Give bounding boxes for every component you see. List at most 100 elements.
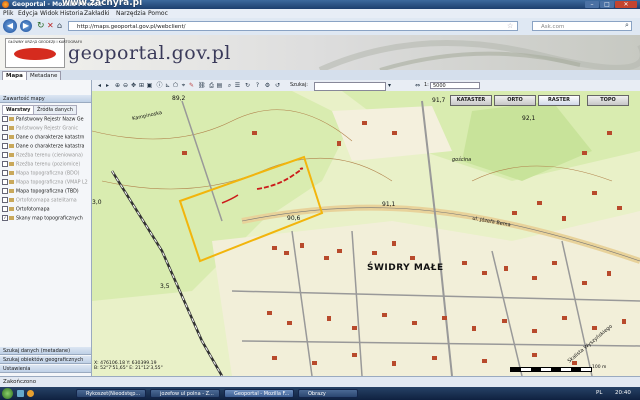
height-label: 90,6 xyxy=(287,215,301,222)
search-icon[interactable]: ⌕ xyxy=(625,21,629,30)
section-settings[interactable]: Ustawienia xyxy=(0,365,91,373)
layer-checkbox[interactable]: ✓ xyxy=(2,215,8,221)
layer-label: Państwowy Rejestr Granic xyxy=(16,126,79,132)
layer-checkbox[interactable] xyxy=(2,188,8,194)
minimize-button[interactable]: – xyxy=(585,1,599,8)
taskbar-item[interactable]: jozefow ul polna - Z... xyxy=(150,389,220,398)
layer-checkbox[interactable] xyxy=(2,152,8,158)
menu-item-bookmarks[interactable]: Zakładki xyxy=(84,10,110,17)
link-icon[interactable]: ⛓ xyxy=(198,82,206,89)
language-indicator[interactable]: PL xyxy=(596,390,602,396)
layer-item[interactable]: Mapa topograficzna (BDO) xyxy=(2,170,89,178)
toggle-topo[interactable]: TOPO xyxy=(587,95,629,106)
maximize-button[interactable]: □ xyxy=(600,1,614,8)
search-input[interactable]: Ask.com xyxy=(532,21,632,31)
draw-icon[interactable]: ✎ xyxy=(188,82,195,89)
firefox-icon xyxy=(2,1,9,8)
menu-item-tools[interactable]: Narzędzia xyxy=(116,10,146,17)
layer-checkbox[interactable] xyxy=(2,134,8,140)
toggle-cadastre[interactable]: KATASTER xyxy=(450,95,492,106)
forward-button[interactable]: ▶ xyxy=(20,20,32,32)
zoom-out-icon[interactable]: ⊖ xyxy=(122,82,129,89)
height-label: 3,0 xyxy=(92,199,102,206)
layer-item[interactable]: Rzeźba terenu (poziomice) xyxy=(2,161,89,169)
layer-checkbox[interactable] xyxy=(2,161,8,167)
layer-item[interactable]: ✓ Skany map topograficznych xyxy=(2,215,89,223)
layer-label: Mapa topograficzna (VMAP L2 xyxy=(16,180,88,186)
menu-item-help[interactable]: Pomoc xyxy=(148,10,168,17)
home-icon[interactable]: ⌂ xyxy=(57,21,62,30)
quicklaunch-icon[interactable] xyxy=(17,390,24,397)
left-panel: Zawartość mapy Warstwy Źródła danych Pań… xyxy=(0,80,92,376)
tab-map[interactable]: Mapa xyxy=(2,71,27,80)
map-contents-header[interactable]: Zawartość mapy xyxy=(0,95,91,103)
layers-icon[interactable]: ☰ xyxy=(234,82,241,89)
map-view[interactable]: KATASTER ORTO RASTER TOPO ŚWIDRY MAŁE 89… xyxy=(92,91,640,376)
taskbar-item[interactable]: Obrazy xyxy=(298,389,358,398)
layer-checkbox[interactable] xyxy=(2,197,8,203)
layer-label: Rzeźba terenu (poziomice) xyxy=(16,162,81,168)
layer-item[interactable]: Dane o charakterze katastrn xyxy=(2,134,89,142)
section-search-metadata[interactable]: Szukaj danych (metadane) xyxy=(0,347,91,355)
layer-checkbox[interactable] xyxy=(2,206,8,212)
dropdown-icon[interactable]: ▾ xyxy=(386,82,393,89)
layer-icon xyxy=(9,126,14,130)
layer-checkbox[interactable] xyxy=(2,179,8,185)
subtab-data-sources[interactable]: Źródła danych xyxy=(33,105,77,115)
zoom-extent-icon[interactable]: ⊞ xyxy=(138,82,145,89)
layer-item[interactable]: Dane o charakterze katastra xyxy=(2,143,89,151)
refresh-map-icon[interactable]: ↻ xyxy=(244,82,251,89)
stop-icon[interactable]: ✕ xyxy=(47,21,54,30)
close-button[interactable]: ✕ xyxy=(615,1,637,8)
layer-item[interactable]: Mapa topograficzna (VMAP L2 xyxy=(2,179,89,187)
clock[interactable]: 20:40 xyxy=(615,390,631,396)
settings-icon[interactable]: ⚙ xyxy=(264,82,271,89)
toggle-raster[interactable]: RASTER xyxy=(538,95,580,106)
layer-icon xyxy=(9,198,14,202)
taskbar-item[interactable]: Rykoszet(Nieodstęp... xyxy=(76,389,146,398)
coords-icon[interactable]: ⌖ xyxy=(180,82,187,89)
layer-item[interactable]: Mapa topograficzna (TBD) xyxy=(2,188,89,196)
layer-checkbox[interactable] xyxy=(2,116,8,122)
taskbar-item[interactable]: Geoportal - Mozilla F... xyxy=(224,389,294,398)
zoom-in-icon[interactable]: ⊕ xyxy=(114,82,121,89)
layer-item[interactable]: Ortofotomapa satelitarna xyxy=(2,197,89,205)
layer-item[interactable]: Rzeźba terenu (cieniowana) xyxy=(2,152,89,160)
section-search-objects[interactable]: Szukaj obiektów geograficznych xyxy=(0,356,91,364)
back-button[interactable]: ◀ xyxy=(3,19,17,33)
search-field[interactable] xyxy=(314,82,386,91)
toggle-ortho[interactable]: ORTO xyxy=(494,95,536,106)
quicklaunch-icon[interactable] xyxy=(27,390,34,397)
menu-item-edit[interactable]: Edycja xyxy=(18,10,38,17)
save-icon[interactable]: ▤ xyxy=(216,82,223,89)
history-icon[interactable]: ↺ xyxy=(274,82,281,89)
info-icon[interactable]: ⓘ xyxy=(156,82,163,89)
reload-icon[interactable]: ↻ xyxy=(37,21,45,31)
site-banner: GŁÓWNY URZĄD GEODEZJI I KARTOGRAFII geop… xyxy=(0,35,640,70)
menu-item-history[interactable]: Historia xyxy=(60,10,83,17)
search-map-icon[interactable]: ⌕ xyxy=(226,82,233,89)
arrow-right-icon[interactable]: ▸ xyxy=(104,82,111,89)
start-button[interactable] xyxy=(2,388,13,399)
layer-checkbox[interactable] xyxy=(2,125,8,131)
arrow-left-icon[interactable]: ◂ xyxy=(96,82,103,89)
measure-icon[interactable]: ⊾ xyxy=(164,82,171,89)
pan-icon[interactable]: ✥ xyxy=(130,82,137,89)
layer-item[interactable]: Ortofotomapa xyxy=(2,206,89,214)
layer-checkbox[interactable] xyxy=(2,170,8,176)
zoom-box-icon[interactable]: ▣ xyxy=(146,82,153,89)
layer-label: Mapa topograficzna (TBD) xyxy=(16,189,79,195)
address-bar[interactable]: http://maps.geoportal.gov.pl/webclient/ xyxy=(68,21,518,31)
subtab-layers[interactable]: Warstwy xyxy=(2,105,35,115)
area-icon[interactable]: ⬠ xyxy=(172,82,179,89)
menu-item-file[interactable]: Plik xyxy=(3,10,13,17)
scale-input[interactable]: 5000 xyxy=(430,82,480,89)
layer-checkbox[interactable] xyxy=(2,143,8,149)
tab-metadata[interactable]: Metadane xyxy=(26,71,62,80)
print-icon[interactable]: ⎙ xyxy=(208,82,215,89)
layer-item[interactable]: Państwowy Rejestr Granic xyxy=(2,125,89,133)
menu-item-view[interactable]: Widok xyxy=(40,10,58,17)
bookmark-star-icon[interactable]: ☆ xyxy=(507,22,513,30)
help-icon[interactable]: ? xyxy=(254,82,261,89)
layer-item[interactable]: Państwowy Rejestr Nazw Ge xyxy=(2,116,89,124)
